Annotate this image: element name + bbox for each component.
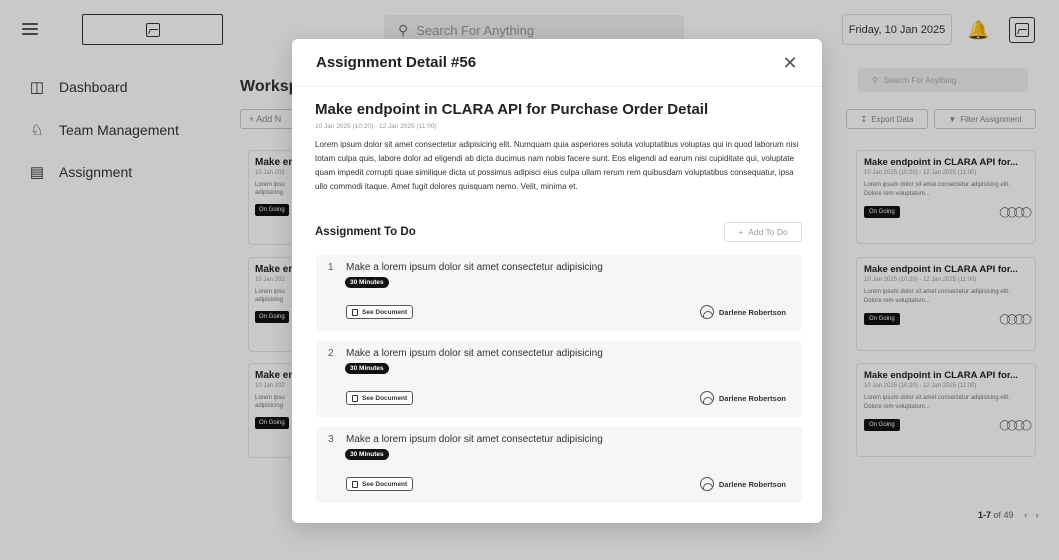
todo-section-title: Assignment To Do (315, 226, 416, 238)
modal-title: Assignment Detail #56 (316, 54, 477, 71)
close-icon[interactable]: ✕ (778, 51, 802, 75)
todo-item: 1 Make a lorem ipsum dolor sit amet cons… (316, 255, 802, 331)
plus-icon: + (738, 227, 744, 237)
document-icon (352, 308, 358, 316)
document-icon (352, 480, 358, 488)
todo-text: Make a lorem ipsum dolor sit amet consec… (346, 348, 603, 359)
duration-badge: 30 Minutes (345, 277, 389, 288)
assignee-name: Darlene Robertson (718, 479, 786, 489)
see-document-label: See Document (362, 394, 408, 402)
assignment-detail-modal: Assignment Detail #56 ✕ Make endpoint in… (292, 39, 822, 523)
todo-number: 2 (328, 348, 334, 359)
duration-badge: 30 Minutes (345, 363, 389, 374)
assignee-name: Darlene Robertson (718, 393, 786, 403)
duration-badge: 30 Minutes (345, 449, 389, 460)
see-document-button[interactable]: See Document (346, 477, 414, 491)
avatar-icon (699, 305, 714, 319)
todo-text: Make a lorem ipsum dolor sit amet consec… (346, 262, 603, 273)
see-document-label: See Document (362, 308, 408, 316)
assignee-name: Darlene Robertson (718, 307, 786, 317)
todo-item: 3 Make a lorem ipsum dolor sit amet cons… (316, 427, 802, 503)
see-document-label: See Document (362, 480, 408, 488)
todo-item: 2 Make a lorem ipsum dolor sit amet cons… (316, 341, 802, 417)
add-todo-label: Add To Do (748, 227, 788, 237)
see-document-button[interactable]: See Document (346, 391, 414, 405)
todo-text: Make a lorem ipsum dolor sit amet consec… (346, 434, 603, 445)
todo-number: 3 (328, 434, 334, 445)
add-todo-button[interactable]: + Add To Do (724, 222, 802, 242)
modal-header: Assignment Detail #56 ✕ (292, 39, 822, 87)
avatar-icon (699, 477, 714, 491)
todo-number: 1 (328, 262, 334, 273)
task-description: Lorem ipsum dolor sit amet consectetur a… (315, 140, 799, 191)
assignee: Darlene Robertson (699, 391, 786, 405)
assignee: Darlene Robertson (699, 477, 786, 491)
see-document-button[interactable]: See Document (346, 305, 414, 319)
document-icon (352, 394, 358, 402)
task-dates: 10 Jan 2025 (10:20) - 12 Jan 2025 (11:00… (315, 123, 437, 130)
task-title: Make endpoint in CLARA API for Purchase … (315, 101, 709, 118)
assignee: Darlene Robertson (699, 305, 786, 319)
avatar-icon (699, 391, 714, 405)
